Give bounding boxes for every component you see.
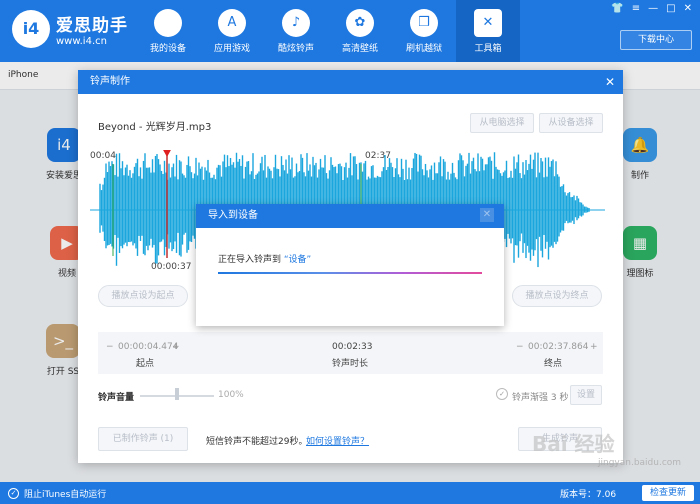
maximize-icon[interactable]: □ <box>666 3 675 14</box>
close-icon[interactable]: ✕ <box>480 208 494 222</box>
import-message: 正在导入铃声到 “设备” <box>218 252 311 265</box>
playhead-marker <box>162 148 172 157</box>
fade-in-checkbox[interactable]: ✓ <box>496 388 508 400</box>
nav-label: 酷炫铃声 <box>277 43 314 54</box>
import-message-prefix: 正在导入铃声到 <box>218 255 282 265</box>
nav-item-apps[interactable]: A 应用游戏 <box>200 0 264 62</box>
how-to-set-ringtone-link[interactable]: 如何设置铃声？ <box>306 434 369 447</box>
check-update-button[interactable]: 检查更新 <box>642 485 694 501</box>
time-info-bar: − 00:00:04.474 + 起点 00:02:33 铃声时长 − 00:0… <box>98 332 603 374</box>
status-bar: ✓ 阻止iTunes自动运行 版本号：7.06 检查更新 <box>0 482 700 504</box>
fade-in-label: 铃声渐强 3 秒 <box>512 393 569 403</box>
dialog-title: 铃声制作 <box>78 70 623 94</box>
nav-item-ringtones[interactable]: ♪ 酷炫铃声 <box>264 0 328 62</box>
tools-icon: ✕ <box>474 8 502 37</box>
nav-item-my-device[interactable]: 我的设备 <box>136 0 200 62</box>
import-dialog-title: 导入到设备 <box>196 204 504 228</box>
skin-icon[interactable]: 👕 <box>611 3 623 14</box>
end-label: 终点 <box>544 359 563 369</box>
import-to-device-dialog: 导入到设备 ✕ 正在导入铃声到 “设备” <box>196 204 504 326</box>
apple-icon <box>154 8 182 37</box>
playhead-time: 00:00:37 <box>151 262 192 272</box>
settings-button[interactable]: 设置 <box>570 385 602 405</box>
brand-name: 爱思助手 <box>56 16 128 36</box>
nav-label: 应用游戏 <box>213 43 250 54</box>
duration-value: 00:02:33 <box>332 342 373 352</box>
appstore-icon: A <box>218 8 246 37</box>
close-icon[interactable]: ✕ <box>605 70 615 94</box>
volume-label: 铃声音量 <box>98 393 135 403</box>
import-progress-bar <box>218 272 482 274</box>
end-stepper-minus[interactable]: − <box>516 342 524 352</box>
app-logo: i4 <box>12 10 50 48</box>
menu-icon[interactable]: ≡ <box>632 3 640 14</box>
nav-item-flash[interactable]: ❒ 刷机越狱 <box>392 0 456 62</box>
volume-slider-handle[interactable] <box>175 388 179 400</box>
bell-icon: ♪ <box>282 8 310 37</box>
song-name: Beyond - 光辉岁月.mp3 <box>98 122 212 133</box>
download-center-button[interactable]: 下载中心 <box>620 30 692 50</box>
made-ringtones-button[interactable]: 已制作铃声 (1) <box>98 427 188 451</box>
itunes-label: 阻止iTunes自动运行 <box>24 490 107 500</box>
box-icon: ❒ <box>410 8 438 37</box>
check-icon: ✓ <box>8 488 19 499</box>
import-progress-fill <box>218 272 482 274</box>
nav-item-toolbox[interactable]: ✕ 工具箱 <box>456 0 520 62</box>
brand-url: www.i4.cn <box>56 36 107 47</box>
itunes-toggle[interactable]: ✓ 阻止iTunes自动运行 <box>8 487 106 500</box>
duration-label: 铃声时长 <box>332 359 369 369</box>
end-stepper-plus[interactable]: + <box>590 342 598 352</box>
nav-item-wallpapers[interactable]: ✿ 高清壁纸 <box>328 0 392 62</box>
nav-label: 工具箱 <box>474 43 502 54</box>
start-label: 起点 <box>136 359 155 369</box>
window-controls: 👕 ≡ — □ ✕ <box>611 3 692 14</box>
set-end-button[interactable]: 播放点设为终点 <box>512 285 602 307</box>
nav-label: 刷机越狱 <box>405 43 442 54</box>
main-nav: 我的设备 A 应用游戏 ♪ 酷炫铃声 ✿ 高清壁纸 ❒ 刷机越狱 ✕ 工具箱 <box>136 0 520 62</box>
flower-icon: ✿ <box>346 8 374 37</box>
close-icon[interactable]: ✕ <box>684 3 692 14</box>
version-label: 版本号：7.06 <box>560 490 617 500</box>
watermark: Bai 经验 <box>532 432 615 456</box>
minimize-icon[interactable]: — <box>648 3 658 14</box>
nav-label: 高清壁纸 <box>341 43 378 54</box>
choose-from-pc-button[interactable]: 从电脑选择 <box>470 113 534 133</box>
end-time-value[interactable]: 00:02:37.864 <box>528 342 588 352</box>
start-stepper-plus[interactable]: + <box>172 342 180 352</box>
start-stepper-minus[interactable]: − <box>106 342 114 352</box>
start-time-value[interactable]: 00:00:04.474 <box>118 342 178 352</box>
choose-from-device-button[interactable]: 从设备选择 <box>539 113 603 133</box>
import-target: “设备” <box>283 255 312 265</box>
nav-label: 我的设备 <box>149 43 186 54</box>
set-start-button[interactable]: 播放点设为起点 <box>98 285 188 307</box>
volume-value: 100% <box>218 390 244 400</box>
top-bar: i4 爱思助手 www.i4.cn 我的设备 A 应用游戏 ♪ 酷炫铃声 ✿ 高… <box>0 0 700 62</box>
watermark-url: jingyan.baidu.com <box>598 458 682 468</box>
sms-note: 短信铃声不能超过29秒。 <box>206 437 308 447</box>
